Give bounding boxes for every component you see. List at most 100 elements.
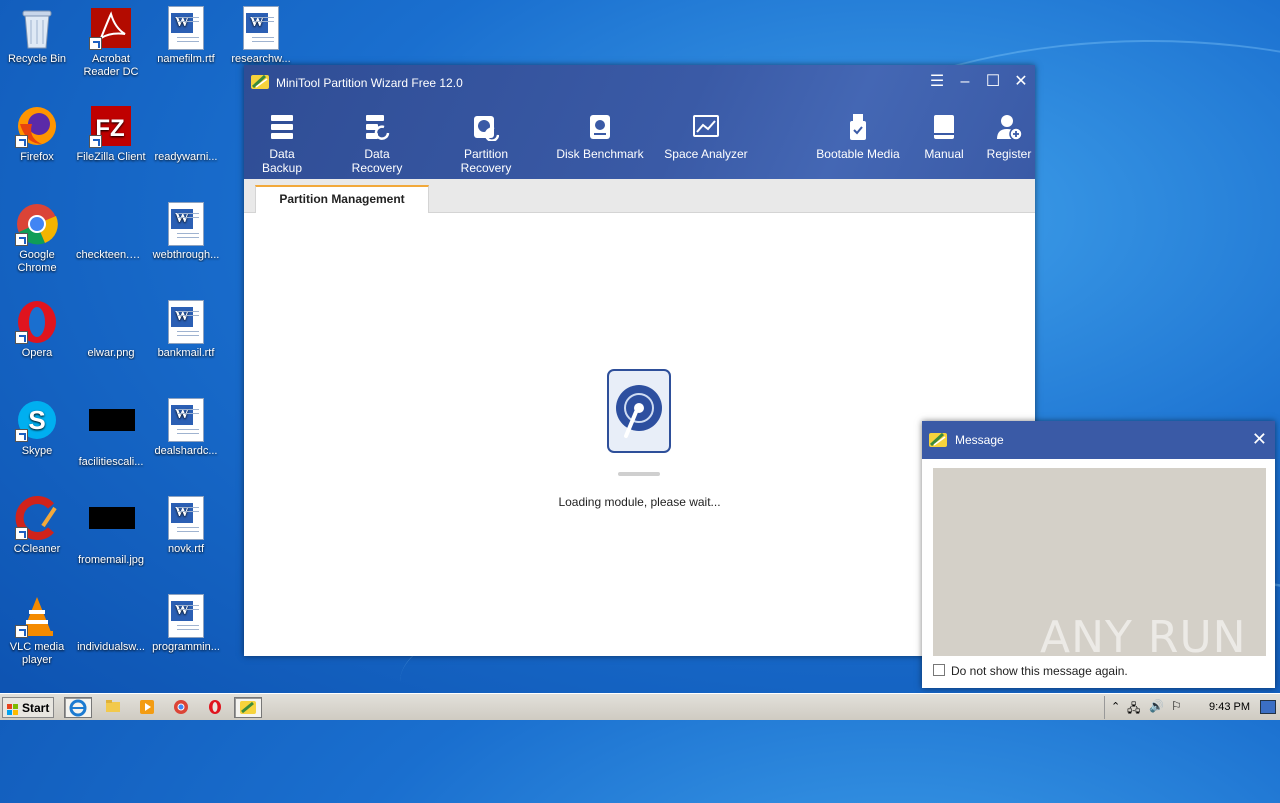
desktop-icon-ccleaner[interactable]: CCleaner	[0, 496, 74, 556]
desktop-icon-bankmail[interactable]: W bankmail.rtf	[149, 300, 223, 360]
manual-icon	[931, 113, 957, 141]
word-document-icon: W	[164, 594, 208, 638]
disk-benchmark-button[interactable]: Disk Benchmark	[556, 113, 644, 161]
disk-loading-icon	[606, 368, 672, 454]
register-button[interactable]: Register	[985, 113, 1033, 161]
word-document-icon: W	[164, 6, 208, 50]
show-desktop-icon[interactable]	[1260, 700, 1276, 714]
desktop-icon-novk[interactable]: W novk.rtf	[149, 496, 223, 556]
network-icon[interactable]: 🖧	[1127, 699, 1140, 720]
desktop-icon-facilities[interactable]: facilitiescali...	[74, 398, 148, 469]
toolbar-label: Disk Benchmark	[556, 147, 644, 161]
desktop-icon-vlc[interactable]: VLC media player	[0, 594, 74, 667]
close-icon[interactable]: ✕	[1252, 430, 1267, 448]
message-title-bar[interactable]: Message ✕	[922, 421, 1275, 459]
desktop-icon-google-chrome[interactable]: Google Chrome	[0, 202, 74, 275]
desktop-icon-firefox[interactable]: Firefox	[0, 104, 74, 164]
close-button[interactable]: ✕	[1012, 73, 1030, 91]
volume-icon[interactable]: 🔊	[1149, 699, 1164, 713]
do-not-show-label[interactable]: Do not show this message again.	[951, 664, 1128, 678]
taskbar-opera[interactable]	[202, 697, 230, 718]
bootable-media-button[interactable]: Bootable Media	[814, 113, 902, 161]
data-backup-icon	[269, 113, 295, 141]
title-bar[interactable]: MiniTool Partition Wizard Free 12.0 ☰ – …	[244, 65, 1035, 100]
taskbar-explorer[interactable]	[100, 697, 128, 718]
menu-icon[interactable]: ☰	[928, 73, 946, 91]
opera-icon	[209, 700, 221, 714]
manual-button[interactable]: Manual	[919, 113, 969, 161]
windows-logo-icon	[7, 702, 19, 715]
space-analyzer-button[interactable]: Space Analyzer	[664, 113, 748, 161]
desktop-icon-dealshardc[interactable]: W dealshardc...	[149, 398, 223, 458]
word-document-icon: W	[164, 398, 208, 442]
data-recovery-icon	[364, 113, 390, 141]
acrobat-icon	[89, 6, 133, 50]
toolbar-label: Partition Recovery	[460, 147, 512, 175]
message-title: Message	[955, 433, 1004, 447]
desktop-icon-readywarni[interactable]: readywarni...	[149, 104, 223, 164]
desktop-icon-label: novk.rtf	[167, 543, 205, 555]
desktop-icon-label: Google Chrome	[17, 249, 57, 274]
desktop-icon-elwar[interactable]: elwar.png	[74, 300, 148, 360]
chrome-icon	[174, 700, 188, 714]
disk-benchmark-icon	[587, 113, 613, 141]
toolbar-label: Register	[986, 147, 1032, 161]
taskbar-media-player[interactable]	[134, 697, 162, 718]
desktop-icon-label: dealshardc...	[154, 445, 218, 457]
desktop-icon-label: Opera	[21, 347, 53, 359]
chrome-icon	[15, 202, 59, 246]
do-not-show-checkbox[interactable]	[933, 664, 945, 676]
toolbar-label: Bootable Media	[816, 147, 900, 161]
minitool-logo-icon	[250, 72, 270, 92]
desktop-icon-webthrough[interactable]: W webthrough...	[149, 202, 223, 262]
desktop-icon-individualsw[interactable]: individualsw...	[74, 594, 148, 654]
shortcut-arrow-icon	[15, 527, 28, 540]
taskbar-partition-wizard[interactable]	[234, 697, 262, 718]
show-hidden-icons-icon[interactable]: ⌃	[1111, 700, 1120, 713]
shortcut-arrow-icon	[15, 233, 28, 246]
system-tray: ⌃ 🖧 🔊 ⚐ 9:43 PM	[1104, 696, 1280, 719]
desktop-icon-filezilla[interactable]: FZ FileZilla Client	[74, 104, 148, 164]
recycle-bin-icon	[15, 6, 59, 50]
desktop-icon-namefilm[interactable]: W namefilm.rtf	[149, 6, 223, 66]
desktop-icon-label: webthrough...	[152, 249, 220, 261]
partition-wizard-window: MiniTool Partition Wizard Free 12.0 ☰ – …	[244, 65, 1035, 656]
desktop-icon-label: Skype	[21, 445, 53, 457]
desktop-icon-label: facilitiescali...	[78, 456, 144, 468]
toolbar-label: Data Backup	[261, 147, 303, 175]
shortcut-arrow-icon	[15, 429, 28, 442]
svg-text:S: S	[28, 405, 45, 435]
partition-recovery-icon	[473, 113, 500, 142]
data-recovery-button[interactable]: Data Recovery	[338, 113, 416, 175]
desktop-icon-skype[interactable]: S Skype	[0, 398, 74, 458]
internet-explorer-icon	[69, 699, 87, 717]
minimize-button[interactable]: –	[956, 73, 974, 91]
start-label: Start	[22, 701, 50, 715]
start-button[interactable]: Start	[2, 697, 54, 718]
maximize-button[interactable]: ☐	[984, 73, 1002, 91]
desktop-icon-label: FileZilla Client	[76, 151, 146, 163]
partition-recovery-button[interactable]: Partition Recovery	[437, 113, 535, 175]
taskbar-chrome[interactable]	[168, 697, 196, 718]
desktop-icon-label: Recycle Bin	[7, 53, 67, 65]
desktop-icon-programmin[interactable]: W programmin...	[149, 594, 223, 654]
clock[interactable]: 9:43 PM	[1209, 701, 1250, 713]
desktop-icon-label: namefilm.rtf	[157, 53, 215, 65]
action-center-flag-icon[interactable]: ⚐	[1171, 699, 1182, 713]
taskbar-ie[interactable]	[64, 697, 92, 718]
desktop-icon-checkteen[interactable]: checkteen.png	[74, 202, 148, 262]
tab-partition-management[interactable]: Partition Management	[255, 185, 429, 213]
desktop-icon-recycle-bin[interactable]: Recycle Bin	[0, 6, 74, 66]
data-backup-button[interactable]: Data Backup	[248, 113, 316, 175]
tab-strip: Partition Management	[244, 179, 1035, 213]
word-document-icon: W	[164, 496, 208, 540]
taskbar: Start ⌃ 🖧 🔊 ⚐ 9:43 PM	[0, 693, 1280, 720]
window-title: MiniTool Partition Wizard Free 12.0	[276, 76, 463, 90]
desktop-icon-opera[interactable]: Opera	[0, 300, 74, 360]
word-document-icon: W	[164, 300, 208, 344]
desktop-icon-fromemail[interactable]: fromemail.jpg	[74, 496, 148, 567]
desktop-icon-researchw[interactable]: W researchw...	[224, 6, 298, 66]
desktop-icon-label: fromemail.jpg	[77, 554, 145, 566]
minitool-logo-icon	[928, 430, 948, 450]
desktop-icon-acrobat[interactable]: Acrobat Reader DC	[74, 6, 148, 79]
